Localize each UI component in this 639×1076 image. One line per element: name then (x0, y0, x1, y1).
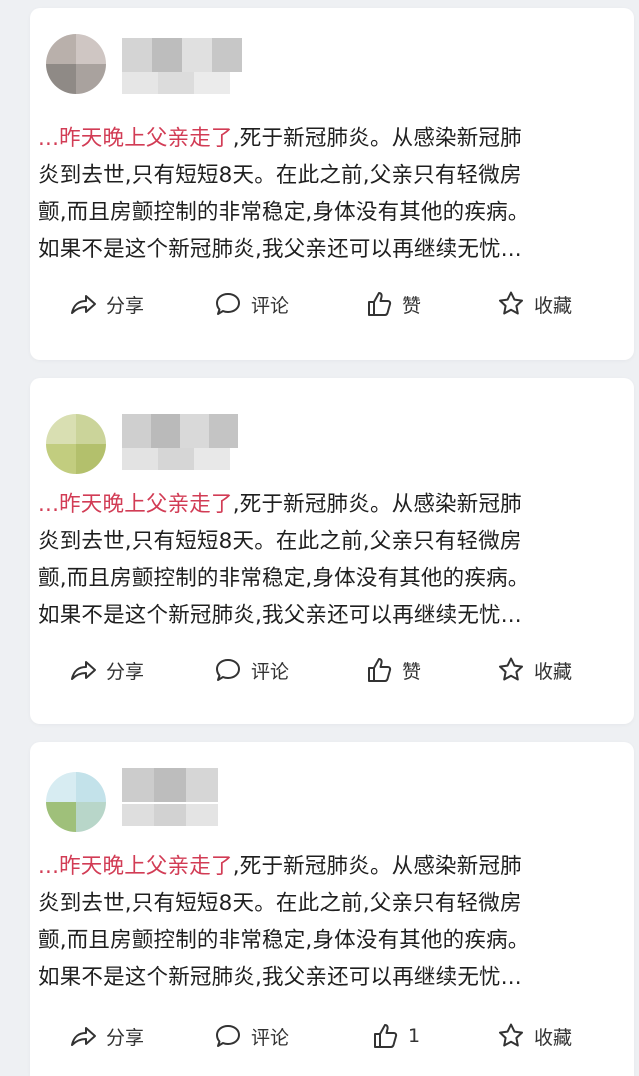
like-button[interactable]: 1 (370, 1021, 420, 1051)
content-highlight: ...昨天晚上父亲走了 (38, 492, 233, 517)
post-card[interactable]: ...昨天晚上父亲走了,死于新冠肺炎。从感染新冠肺 炎到去世,只有短短8天。在此… (30, 742, 634, 1076)
username-blurred[interactable] (122, 414, 238, 448)
favorite-label: 收藏 (534, 1026, 573, 1049)
timestamp-blurred (122, 72, 230, 94)
share-icon (71, 295, 96, 314)
post-content[interactable]: ...昨天晚上父亲走了,死于新冠肺炎。从感染新冠肺 炎到去世,只有短短8天。在此… (38, 848, 624, 996)
content-line: 炎到去世,只有短短8天。在此之前,父亲只有轻微房 (38, 163, 522, 188)
like-label: 赞 (402, 660, 422, 683)
post-content[interactable]: ...昨天晚上父亲走了,死于新冠肺炎。从感染新冠肺 炎到去世,只有短短8天。在此… (38, 120, 624, 268)
content-line: ,死于新冠肺炎。从感染新冠肺 (232, 854, 522, 879)
favorite-icon (499, 657, 523, 681)
favorite-button[interactable]: 收藏 (496, 655, 572, 685)
like-button[interactable]: 赞 (364, 655, 421, 685)
like-label: 赞 (402, 294, 422, 317)
content-line: 炎到去世,只有短短8天。在此之前,父亲只有轻微房 (38, 891, 522, 916)
comment-icon (216, 659, 240, 681)
avatar[interactable] (46, 414, 106, 474)
share-button[interactable]: 分享 (68, 289, 144, 319)
content-line: 炎到去世,只有短短8天。在此之前,父亲只有轻微房 (38, 529, 522, 554)
favorite-button[interactable]: 收藏 (496, 1021, 572, 1051)
comment-button[interactable]: 评论 (213, 655, 289, 685)
comment-button[interactable]: 评论 (213, 1021, 289, 1051)
comment-label: 评论 (251, 660, 290, 683)
share-icon (71, 1027, 96, 1046)
favorite-icon (499, 291, 523, 315)
content-line: 如果不是这个新冠肺炎,我父亲还可以再继续无忧... (38, 965, 522, 990)
share-label: 分享 (106, 1026, 145, 1049)
content-line: 颤,而且房颤控制的非常稳定,身体没有其他的疾病。 (38, 566, 530, 591)
content-line: 如果不是这个新冠肺炎,我父亲还可以再继续无忧... (38, 603, 522, 628)
post-card[interactable]: ...昨天晚上父亲走了,死于新冠肺炎。从感染新冠肺 炎到去世,只有短短8天。在此… (30, 378, 634, 724)
share-icon (71, 661, 96, 680)
favorite-button[interactable]: 收藏 (496, 289, 572, 319)
timestamp-blurred (122, 448, 230, 470)
post-card[interactable]: ...昨天晚上父亲走了,死于新冠肺炎。从感染新冠肺 炎到去世,只有短短8天。在此… (30, 8, 634, 360)
content-line: 颤,而且房颤控制的非常稳定,身体没有其他的疾病。 (38, 200, 530, 225)
share-button[interactable]: 分享 (68, 655, 144, 685)
username-blurred[interactable] (122, 38, 242, 72)
comment-icon (216, 293, 240, 315)
action-bar: 分享 评论 赞 收藏 (30, 652, 634, 688)
action-bar: 分享 评论 赞 收藏 (30, 286, 634, 322)
favorite-label: 收藏 (534, 294, 573, 317)
share-label: 分享 (106, 294, 145, 317)
content-line: ,死于新冠肺炎。从感染新冠肺 (232, 126, 522, 151)
favorite-label: 收藏 (534, 660, 573, 683)
avatar[interactable] (46, 34, 106, 94)
like-icon (368, 658, 392, 682)
content-line: 如果不是这个新冠肺炎,我父亲还可以再继续无忧... (38, 237, 522, 262)
post-content[interactable]: ...昨天晚上父亲走了,死于新冠肺炎。从感染新冠肺 炎到去世,只有短短8天。在此… (38, 486, 624, 634)
content-highlight: ...昨天晚上父亲走了 (38, 126, 233, 151)
comment-button[interactable]: 评论 (213, 289, 289, 319)
like-button[interactable]: 赞 (364, 289, 421, 319)
post-header (30, 8, 634, 100)
like-icon (368, 292, 392, 316)
action-bar: 分享 评论 1 收藏 (30, 1018, 634, 1054)
content-line: 颤,而且房颤控制的非常稳定,身体没有其他的疾病。 (38, 928, 530, 953)
username-blurred[interactable] (122, 768, 218, 802)
comment-label: 评论 (251, 294, 290, 317)
content-line: ,死于新冠肺炎。从感染新冠肺 (232, 492, 522, 517)
timestamp-blurred (122, 804, 218, 826)
share-label: 分享 (106, 660, 145, 683)
avatar[interactable] (46, 772, 106, 832)
share-button[interactable]: 分享 (68, 1021, 144, 1051)
content-highlight: ...昨天晚上父亲走了 (38, 854, 233, 879)
like-count: 1 (408, 1025, 421, 1047)
post-header (30, 742, 634, 834)
comment-icon (216, 1025, 240, 1047)
favorite-icon (499, 1023, 523, 1047)
post-header (30, 378, 634, 474)
like-icon (374, 1024, 398, 1048)
comment-label: 评论 (251, 1026, 290, 1049)
